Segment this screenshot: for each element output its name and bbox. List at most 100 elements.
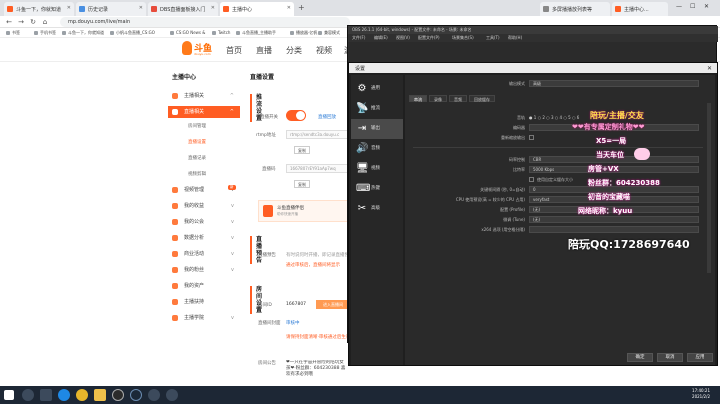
menu-help[interactable]: 帮助(H) bbox=[508, 35, 522, 41]
bookmark-item[interactable]: 斗鱼直播_主播助手 bbox=[236, 30, 276, 36]
browser-tab[interactable]: 历史记录 ✕ bbox=[76, 2, 146, 16]
sidebar-subitem[interactable]: 视频剪辑 bbox=[168, 170, 240, 180]
new-tab-button[interactable]: + bbox=[298, 3, 305, 12]
browser-tab[interactable]: DBS直播面板接入门 ✕ bbox=[148, 2, 218, 16]
settings-nav-audio[interactable]: 🔊 音频 bbox=[351, 139, 403, 159]
stream-code-field[interactable]: 1667807rEY91aAp7wq bbox=[286, 164, 348, 173]
promo-banner[interactable]: 斗鱼直播伴侣 助你快速开播 bbox=[258, 200, 348, 222]
notice-link[interactable]: 通过审核后，直播间将显示 bbox=[286, 262, 348, 268]
apply-button[interactable]: 应用 bbox=[687, 353, 713, 362]
browser-tab[interactable]: 主播中心... bbox=[612, 2, 668, 16]
output-mode-select[interactable]: 高级 bbox=[529, 80, 699, 87]
rtmp-field[interactable]: rtmp://sendtc3a.douyu.c bbox=[286, 130, 348, 139]
live-toggle[interactable] bbox=[286, 110, 306, 121]
bookmark-item[interactable]: 书签 bbox=[6, 30, 20, 36]
settings-nav-general[interactable]: ⚙ 通用 bbox=[351, 79, 403, 99]
tab-audio[interactable]: 音频 bbox=[449, 95, 467, 102]
logo-subtext: douyu.com bbox=[194, 52, 211, 56]
chevron-down-icon: v bbox=[231, 219, 234, 225]
menu-file[interactable]: 文件(F) bbox=[352, 35, 365, 41]
keyboard-icon: ⌨ bbox=[356, 183, 371, 194]
task-view-icon[interactable] bbox=[40, 389, 52, 401]
tab-title: 主播中心 bbox=[232, 7, 253, 13]
app-icon[interactable] bbox=[166, 389, 178, 401]
tab-recording[interactable]: 录像 bbox=[429, 95, 447, 102]
bookmark-item[interactable]: 播放器·亿帆 bbox=[290, 30, 317, 36]
sidebar-item-assets[interactable]: 我的资产 bbox=[168, 280, 240, 292]
profile-label: 配置 (Profile) bbox=[500, 207, 525, 212]
enter-room-button[interactable]: 进入直播间 bbox=[316, 300, 350, 309]
sidebar-item-data[interactable]: 数据分析 v bbox=[168, 232, 240, 244]
nav-live[interactable]: 直播 bbox=[256, 45, 272, 56]
menu-edit[interactable]: 编辑(E) bbox=[374, 35, 388, 41]
maximize-button[interactable]: ☐ bbox=[690, 3, 695, 10]
chrome-icon[interactable] bbox=[76, 389, 88, 401]
nav-category[interactable]: 分类 bbox=[286, 45, 302, 56]
close-window-button[interactable]: ✕ bbox=[704, 3, 709, 10]
windows-start-icon[interactable] bbox=[4, 390, 14, 400]
replay-link[interactable]: 直播回放 bbox=[318, 114, 336, 120]
home-icon[interactable]: ⌂ bbox=[40, 17, 50, 27]
overlay-line: 初音的宝藏喵 bbox=[588, 193, 630, 201]
url-input[interactable]: mp.douyu.com/live/main bbox=[60, 17, 350, 27]
tab-streaming[interactable]: 串流 bbox=[409, 95, 427, 102]
close-icon[interactable]: ✕ bbox=[67, 5, 71, 11]
steam-icon[interactable] bbox=[130, 389, 142, 401]
sidebar-subitem[interactable]: 直播记录 bbox=[168, 154, 240, 164]
search-icon[interactable] bbox=[22, 389, 34, 401]
browser-tab[interactable]: 多屏播播放列表等 bbox=[540, 2, 610, 16]
nav-video[interactable]: 视频 bbox=[316, 45, 332, 56]
menu-tools[interactable]: 工具(T) bbox=[486, 35, 500, 41]
clock[interactable]: 17:40:21 2021/2/2 bbox=[692, 388, 710, 400]
close-icon[interactable]: ✕ bbox=[287, 5, 291, 11]
tab-replay-buffer[interactable]: 回放缓存 bbox=[469, 95, 495, 102]
sidebar-subitem-selected[interactable]: 直播设置 bbox=[168, 138, 240, 148]
settings-nav-hotkeys[interactable]: ⌨ 热键 bbox=[351, 179, 403, 199]
sidebar-item-live[interactable]: 直播相关 ^ bbox=[168, 106, 240, 118]
cancel-button[interactable]: 取消 bbox=[657, 353, 683, 362]
bookmark-item[interactable]: 斗鱼一下，你就知道 bbox=[62, 30, 104, 36]
app-icon[interactable] bbox=[148, 389, 160, 401]
sidebar-item-anchor[interactable]: 主播相关 ^ bbox=[168, 90, 240, 102]
browser-tab-active[interactable]: 主播中心 ✕ bbox=[220, 2, 294, 16]
sidebar-item-guild[interactable]: 我的公会 v bbox=[168, 216, 240, 228]
obs-icon[interactable] bbox=[112, 389, 124, 401]
folder-icon[interactable] bbox=[94, 389, 106, 401]
antenna-icon: 📡 bbox=[356, 103, 369, 114]
sidebar-item-business[interactable]: 商业活动 v bbox=[168, 248, 240, 260]
settings-nav-advanced[interactable]: ✂ 高级 bbox=[351, 199, 403, 219]
refresh-icon[interactable]: ↻ bbox=[28, 17, 38, 27]
bookmark-item[interactable]: 手机书签 bbox=[34, 30, 56, 36]
nav-home[interactable]: 首页 bbox=[226, 45, 242, 56]
bookmark-item[interactable]: 小帆斗鱼直播_CS:GO bbox=[110, 30, 155, 36]
settings-nav-video[interactable]: 🖥 视频 bbox=[351, 159, 403, 179]
menu-profile[interactable]: 配置文件(P) bbox=[418, 35, 440, 41]
sidebar-item-support[interactable]: 主播扶持 bbox=[168, 296, 240, 308]
edge-icon[interactable] bbox=[58, 389, 70, 401]
back-icon[interactable]: ← bbox=[4, 17, 14, 27]
menu-view[interactable]: 视图(V) bbox=[396, 35, 410, 41]
douyu-logo[interactable]: 斗鱼 douyu.com bbox=[182, 41, 216, 59]
close-icon[interactable]: ✕ bbox=[707, 65, 712, 72]
bookmark-item[interactable]: CS:GO News & bbox=[170, 30, 205, 35]
close-icon[interactable]: ✕ bbox=[211, 5, 215, 11]
sidebar-item-fans[interactable]: 我的粉丝 v bbox=[168, 264, 240, 276]
close-icon[interactable]: ✕ bbox=[139, 5, 143, 11]
menu-scene-collection[interactable]: 场景集合(S) bbox=[452, 35, 474, 41]
copy-rtmp-button[interactable]: 复制 bbox=[294, 146, 310, 154]
minimize-button[interactable]: — bbox=[676, 3, 682, 10]
rescale-checkbox[interactable] bbox=[529, 135, 534, 140]
custom-buffer-checkbox[interactable] bbox=[529, 177, 534, 182]
sidebar-subitem[interactable]: 房间管理 bbox=[168, 122, 240, 132]
bookmark-item[interactable]: 兼容模式 bbox=[318, 30, 340, 36]
sidebar-item-income[interactable]: 我的收益 v bbox=[168, 200, 240, 212]
settings-nav-output[interactable]: ⇥ 输出 bbox=[351, 119, 403, 139]
forward-icon[interactable]: → bbox=[16, 17, 26, 27]
bookmark-item[interactable]: Twitch bbox=[212, 30, 230, 35]
ok-button[interactable]: 确定 bbox=[627, 353, 653, 362]
sidebar-item-video[interactable]: 视频管理 v 新 bbox=[168, 184, 240, 196]
sidebar-item-academy[interactable]: 主播学院 v bbox=[168, 312, 240, 324]
browser-tab[interactable]: 斗鱼一下，你就知道 ✕ bbox=[4, 2, 74, 16]
copy-code-button[interactable]: 复制 bbox=[294, 180, 310, 188]
settings-nav-stream[interactable]: 📡 推流 bbox=[351, 99, 403, 119]
